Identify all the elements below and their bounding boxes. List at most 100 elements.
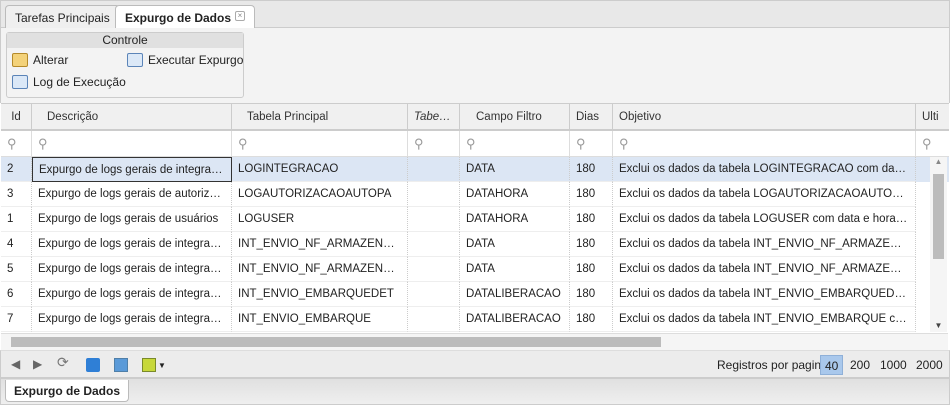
filter-descricao[interactable]: ⚲ — [32, 131, 232, 156]
page-size-1000[interactable]: 1000 — [876, 355, 911, 375]
cell-id: 6 — [1, 282, 32, 307]
cell-campo-filtro: DATA — [460, 257, 570, 282]
bottom-tab-expurgo[interactable]: Expurgo de Dados — [5, 380, 130, 402]
cell-descricao: Expurgo de logs gerais de integração ... — [32, 232, 232, 257]
prev-page-icon[interactable]: ◀ — [11, 357, 20, 371]
grid-toolbar: ◀ ▶ ⟳ ▼ Registros por pagina: 40 200 100… — [0, 350, 950, 378]
alterar-button[interactable]: Alterar — [12, 53, 68, 67]
table-row[interactable]: 5 Expurgo de logs gerais de integração ..… — [1, 257, 949, 282]
chart-icon[interactable] — [114, 358, 128, 372]
cell-descricao: Expurgo de logs gerais de integração ... — [32, 282, 232, 307]
cell-tabela-principal: LOGUSER — [232, 207, 408, 232]
search-icon: ⚲ — [619, 136, 629, 151]
filter-objetivo[interactable]: ⚲ — [613, 131, 916, 156]
cell-dias: 180 — [570, 282, 613, 307]
filter-dias[interactable]: ⚲ — [570, 131, 613, 156]
cell-id: 7 — [1, 307, 32, 332]
tab-expurgo-de-dados[interactable]: Expurgo de Dados × — [115, 5, 256, 30]
table-row[interactable]: 3 Expurgo de logs gerais de autorizaçã...… — [1, 182, 949, 207]
next-page-icon[interactable]: ▶ — [33, 357, 42, 371]
cell-dias: 180 — [570, 307, 613, 332]
cell-tabela-principal: INT_ENVIO_EMBARQUEDET — [232, 282, 408, 307]
filter-row: ⚲ ⚲ ⚲ ⚲ ⚲ ⚲ ⚲ ⚲ — [1, 131, 949, 157]
chevron-down-icon[interactable]: ▼ — [158, 361, 166, 370]
page-size-40[interactable]: 40 — [820, 355, 844, 375]
column-header-ultima[interactable]: Ulti — [916, 104, 949, 129]
cell-tabela-principal: LOGINTEGRACAO — [232, 157, 408, 182]
table-row[interactable]: 7 Expurgo de logs gerais de integração ..… — [1, 307, 949, 332]
page-size-200[interactable]: 200 — [846, 355, 874, 375]
scroll-up-icon[interactable]: ▲ — [930, 157, 947, 166]
cell-campo-filtro: DATALIBERACAO — [460, 282, 570, 307]
cell-campo-filtro: DATAHORA — [460, 207, 570, 232]
control-area: Controle Alterar Executar Expurgo Log de… — [0, 28, 950, 103]
cell-tabela-principal: LOGAUTORIZACAOAUTOPA — [232, 182, 408, 207]
search-icon: ⚲ — [414, 136, 424, 151]
cell-campo-filtro: DATALIBERACAO — [460, 307, 570, 332]
cell-tabelas — [408, 207, 460, 232]
control-title: Controle — [7, 33, 243, 48]
form-icon — [127, 53, 143, 67]
column-header-campo-filtro[interactable]: Campo Filtro — [460, 104, 570, 129]
column-header-tabelas[interactable]: Tabelas — [408, 104, 460, 129]
log-execucao-button[interactable]: Log de Execução — [12, 75, 126, 89]
cell-id: 1 — [1, 207, 32, 232]
cell-descricao: Expurgo de logs gerais de integração ... — [32, 307, 232, 332]
tab-tarefas-principais[interactable]: Tarefas Principais — [5, 5, 120, 29]
search-icon: ⚲ — [238, 136, 248, 151]
filter-campo-filtro[interactable]: ⚲ — [460, 131, 570, 156]
scroll-thumb[interactable] — [11, 337, 661, 347]
cell-objetivo: Exclui os dados da tabela LOGUSER com da… — [613, 207, 916, 232]
tab-bar: Tarefas Principais Expurgo de Dados × — [0, 0, 950, 30]
cell-descricao: Expurgo de logs gerais de autorizaçã... — [32, 182, 232, 207]
refresh-icon[interactable]: ⟳ — [57, 354, 69, 371]
control-group: Controle Alterar Executar Expurgo Log de… — [6, 32, 244, 98]
cell-objetivo: Exclui os dados da tabela INT_ENVIO_EMBA… — [613, 307, 916, 332]
filter-ultima[interactable]: ⚲ — [916, 131, 949, 156]
search-icon: ⚲ — [922, 136, 932, 151]
cell-dias: 180 — [570, 207, 613, 232]
export-icon[interactable] — [142, 358, 156, 372]
cell-dias: 180 — [570, 257, 613, 282]
cell-tabelas — [408, 257, 460, 282]
cell-dias: 180 — [570, 182, 613, 207]
search-icon[interactable] — [86, 358, 100, 372]
search-icon: ⚲ — [576, 136, 586, 151]
filter-tabelas[interactable]: ⚲ — [408, 131, 460, 156]
column-header-tabela-principal[interactable]: Tabela Principal — [232, 104, 408, 129]
bottom-tab-bar: Expurgo de Dados — [0, 378, 950, 405]
table-row[interactable]: 4 Expurgo de logs gerais de integração ..… — [1, 232, 949, 257]
column-header-descricao[interactable]: Descrição — [32, 104, 232, 129]
table-row[interactable]: 1 Expurgo de logs gerais de usuários LOGUS… — [1, 207, 949, 232]
page-size-2000[interactable]: 2000 — [912, 355, 947, 375]
executar-label: Executar Expurgo — [148, 53, 244, 67]
cell-objetivo: Exclui os dados da tabela INT_ENVIO_NF_A… — [613, 257, 916, 282]
cell-tabelas — [408, 232, 460, 257]
data-grid: Id Descrição Tabela Principal Tabelas Campo … — [1, 103, 949, 333]
vertical-scrollbar[interactable]: ▲ ▼ — [930, 157, 947, 332]
cell-objetivo: Exclui os dados da tabela INT_ENVIO_EMBA… — [613, 282, 916, 307]
table-row[interactable]: 6 Expurgo de logs gerais de integração ..… — [1, 282, 949, 307]
cell-descricao: Expurgo de logs gerais de integração — [32, 157, 232, 182]
search-icon: ⚲ — [7, 136, 17, 151]
cell-tabelas — [408, 307, 460, 332]
horizontal-scrollbar[interactable] — [1, 333, 948, 350]
alterar-label: Alterar — [33, 53, 69, 67]
column-header-id[interactable]: Id — [1, 104, 32, 129]
column-header-dias[interactable]: Dias — [570, 104, 613, 129]
scroll-down-icon[interactable]: ▼ — [930, 321, 947, 330]
cell-objetivo: Exclui os dados da tabela INT_ENVIO_NF_A… — [613, 232, 916, 257]
scroll-thumb[interactable] — [933, 174, 944, 259]
cell-dias: 180 — [570, 157, 613, 182]
executar-expurgo-button[interactable]: Executar Expurgo — [127, 53, 243, 67]
cell-campo-filtro: DATA — [460, 232, 570, 257]
close-icon[interactable]: × — [235, 11, 246, 21]
search-icon: ⚲ — [466, 136, 476, 151]
cell-tabela-principal: INT_ENVIO_NF_ARMAZENAGE... — [232, 257, 408, 282]
table-row[interactable]: 2 Expurgo de logs gerais de integração LOG… — [1, 157, 949, 182]
filter-tabela-principal[interactable]: ⚲ — [232, 131, 408, 156]
cell-objetivo: Exclui os dados da tabela LOGAUTORIZACAO… — [613, 182, 916, 207]
column-header-objetivo[interactable]: Objetivo — [613, 104, 916, 129]
cell-dias: 180 — [570, 232, 613, 257]
filter-id[interactable]: ⚲ — [1, 131, 32, 156]
